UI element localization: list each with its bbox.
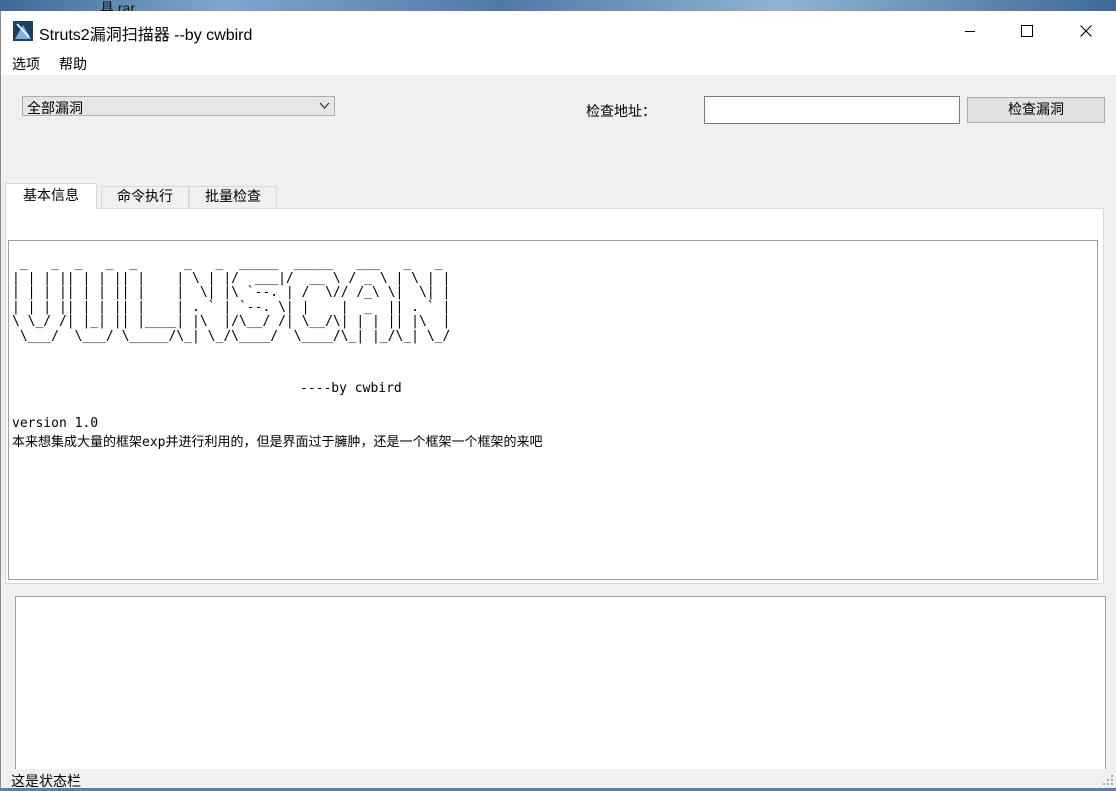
menu-bar: 选项 帮助 — [1, 51, 1116, 75]
app-window: Struts2漏洞扫描器 --by cwbird 选项 帮助 全部漏洞 检查地址… — [0, 11, 1116, 790]
resize-grip-icon[interactable] — [1102, 774, 1114, 786]
close-icon — [1080, 25, 1092, 37]
address-label: 检查地址： — [586, 104, 656, 120]
tab-basic-info[interactable]: 基本信息 — [5, 183, 97, 209]
maximize-button[interactable] — [998, 11, 1056, 51]
description-text: 本来想集成大量的框架exp并进行利用的，但是界面过于臃肿，还是一个框架一个框架的… — [12, 435, 543, 450]
chevron-down-icon — [319, 102, 330, 109]
tab-command-execution[interactable]: 命令执行 — [101, 186, 189, 208]
title-bar[interactable]: Struts2漏洞扫描器 --by cwbird — [1, 11, 1116, 51]
tab-batch-check[interactable]: 批量检查 — [189, 186, 277, 208]
version-text: version 1.0 — [12, 416, 99, 431]
vulnerability-select-value: 全部漏洞 — [27, 101, 83, 117]
window-title: Struts2漏洞扫描器 --by cwbird — [39, 27, 253, 44]
ascii-banner: _ _ _ _ _ _ _ _____ _____ ___ _ _ | | | … — [12, 256, 451, 344]
maximize-icon — [1021, 25, 1033, 37]
status-text: 这是状态栏 — [11, 774, 81, 790]
output-textarea[interactable] — [15, 596, 1106, 771]
address-input[interactable] — [704, 96, 960, 124]
menu-help[interactable]: 帮助 — [59, 54, 87, 74]
menu-options[interactable]: 选项 — [12, 54, 40, 74]
author-byline: ----by cwbird — [300, 381, 402, 396]
close-button[interactable] — [1057, 11, 1115, 51]
vulnerability-select[interactable]: 全部漏洞 — [22, 96, 335, 117]
minimize-button[interactable] — [941, 11, 999, 51]
info-textarea[interactable]: _ _ _ _ _ _ _ _____ _____ ___ _ _ | | | … — [8, 240, 1098, 580]
check-vulnerability-button[interactable]: 检查漏洞 — [967, 97, 1105, 123]
minimize-icon — [965, 31, 975, 32]
app-icon — [13, 21, 33, 41]
status-bar: 这是状态栏 — [1, 769, 1116, 790]
